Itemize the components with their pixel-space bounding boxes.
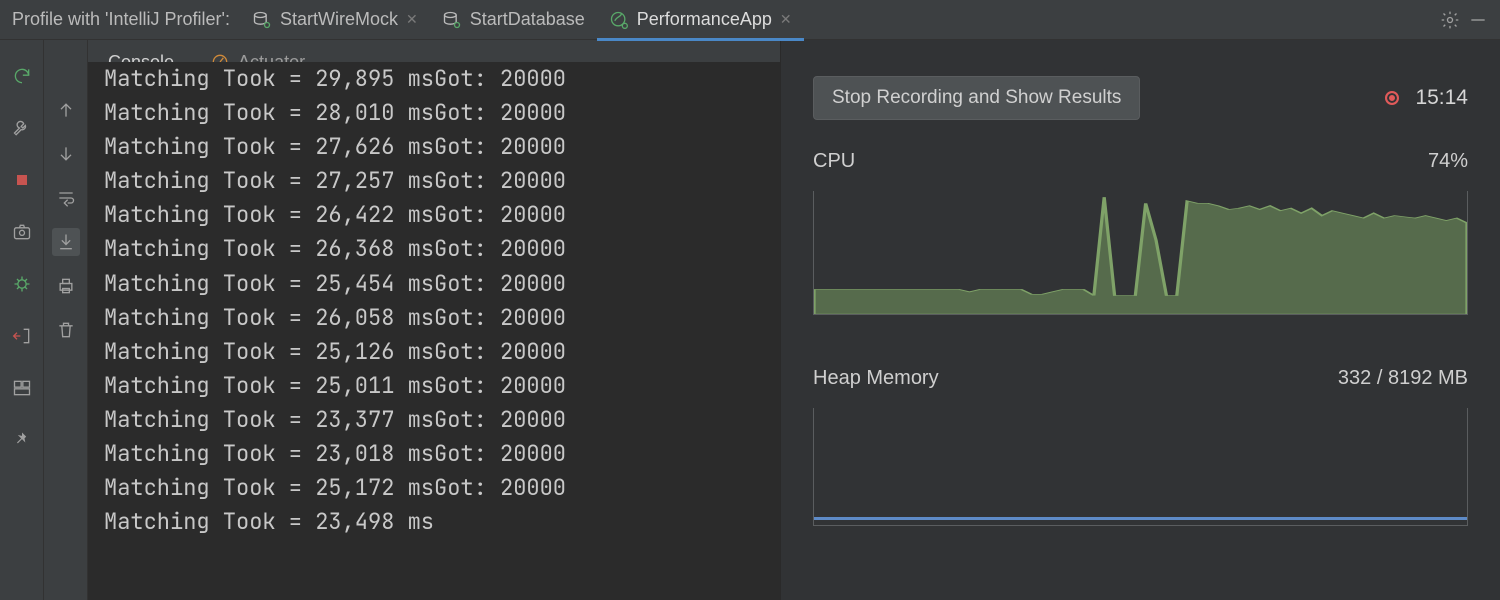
tab-label: StartWireMock bbox=[280, 9, 398, 30]
cpu-chart bbox=[813, 191, 1468, 315]
tab-performanceapp[interactable]: PerformanceApp ✕ bbox=[597, 0, 804, 40]
heap-value: 332 / 8192 MB bbox=[1338, 367, 1468, 390]
console-line: Matching Took = 26,422 msGot: 20000 bbox=[104, 198, 780, 232]
soft-wrap-icon[interactable] bbox=[52, 184, 80, 212]
tab-startwiremock[interactable]: StartWireMock ✕ bbox=[240, 0, 430, 40]
db-run-icon bbox=[442, 10, 462, 30]
stop-recording-button[interactable]: Stop Recording and Show Results bbox=[813, 76, 1140, 120]
console-line: Matching Took = 25,172 msGot: 20000 bbox=[104, 471, 780, 505]
rerun-icon[interactable] bbox=[6, 60, 38, 92]
pin-icon[interactable] bbox=[6, 424, 38, 456]
console-line: Matching Took = 28,010 msGot: 20000 bbox=[104, 96, 780, 130]
console-line: Matching Took = 27,257 msGot: 20000 bbox=[104, 164, 780, 198]
console-line: Matching Took = 23,377 msGot: 20000 bbox=[104, 403, 780, 437]
console-line: Matching Took = 23,018 msGot: 20000 bbox=[104, 437, 780, 471]
stop-icon[interactable] bbox=[6, 164, 38, 196]
db-run-icon bbox=[252, 10, 272, 30]
print-icon[interactable] bbox=[52, 272, 80, 300]
console-line: Matching Took = 26,368 msGot: 20000 bbox=[104, 232, 780, 266]
camera-icon[interactable] bbox=[6, 216, 38, 248]
wrench-icon[interactable] bbox=[6, 112, 38, 144]
trash-icon[interactable] bbox=[52, 316, 80, 344]
profiler-label: Profile with 'IntelliJ Profiler': bbox=[8, 9, 240, 30]
heap-line bbox=[814, 517, 1467, 520]
bug-profile-icon[interactable] bbox=[6, 268, 38, 300]
tab-label: StartDatabase bbox=[470, 9, 585, 30]
layout-icon[interactable] bbox=[6, 372, 38, 404]
recording-time: 15:14 bbox=[1415, 86, 1468, 110]
minimize-icon[interactable] bbox=[1464, 6, 1492, 34]
console-line: Matching Took = 29,895 msGot: 20000 bbox=[104, 62, 780, 96]
console-toolbar bbox=[44, 40, 88, 600]
top-bar: Profile with 'IntelliJ Profiler': StartW… bbox=[0, 0, 1500, 40]
scroll-to-end-icon[interactable] bbox=[52, 228, 80, 256]
cpu-label: CPU bbox=[813, 150, 855, 173]
tab-startdatabase[interactable]: StartDatabase bbox=[430, 0, 597, 40]
up-icon[interactable] bbox=[52, 96, 80, 124]
console-line: Matching Took = 26,058 msGot: 20000 bbox=[104, 301, 780, 335]
console-line: Matching Took = 23,498 ms bbox=[104, 505, 780, 539]
heap-label: Heap Memory bbox=[813, 367, 939, 390]
profiler-pane: Stop Recording and Show Results 15:14 CP… bbox=[780, 40, 1500, 600]
heap-chart bbox=[813, 408, 1468, 526]
exit-icon[interactable] bbox=[6, 320, 38, 352]
cpu-value: 74% bbox=[1428, 150, 1468, 173]
spring-run-icon bbox=[609, 10, 629, 30]
left-toolbar bbox=[0, 40, 44, 600]
console-output[interactable]: Matching Took = 29,895 msGot: 20000Match… bbox=[88, 62, 780, 576]
down-icon[interactable] bbox=[52, 140, 80, 168]
console-line: Matching Took = 25,126 msGot: 20000 bbox=[104, 335, 780, 369]
console-line: Matching Took = 25,011 msGot: 20000 bbox=[104, 369, 780, 403]
gear-icon[interactable] bbox=[1436, 6, 1464, 34]
console-line: Matching Took = 27,626 msGot: 20000 bbox=[104, 130, 780, 164]
recording-indicator-icon bbox=[1385, 91, 1399, 105]
tab-label: PerformanceApp bbox=[637, 9, 772, 30]
console-line: Matching Took = 25,454 msGot: 20000 bbox=[104, 267, 780, 301]
console-pane: Console Actuator Matching Took = 29,895 … bbox=[88, 40, 780, 600]
close-icon[interactable]: ✕ bbox=[406, 11, 418, 28]
close-icon[interactable]: ✕ bbox=[780, 11, 792, 28]
